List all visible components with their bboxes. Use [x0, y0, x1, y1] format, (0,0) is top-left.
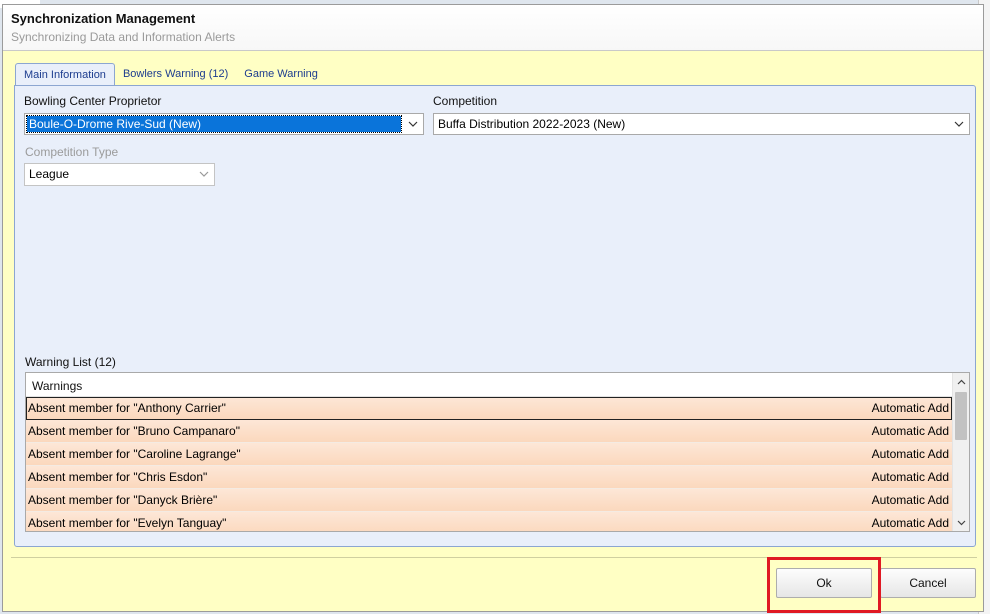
warning-action: Automatic Add — [871, 401, 949, 415]
warning-message: Absent member for "Bruno Campanaro" — [28, 424, 240, 438]
competition-type-label: Competition Type — [25, 145, 119, 159]
warning-action: Automatic Add — [871, 493, 949, 507]
dialog-header: Synchronization Management Synchronizing… — [3, 5, 983, 51]
competition-type-value: League — [29, 167, 70, 181]
warning-row[interactable]: Absent member for "Chris Esdon" Automatic… — [26, 466, 952, 489]
dialog-title: Synchronization Management — [11, 11, 196, 26]
warning-row[interactable]: Absent member for "Bruno Campanaro" Autom… — [26, 420, 952, 443]
dialog-subtitle: Synchronizing Data and Information Alert… — [11, 30, 236, 44]
warning-message: Absent member for "Anthony Carrier" — [28, 401, 226, 415]
chevron-down-icon — [196, 164, 212, 184]
warning-action: Automatic Add — [871, 447, 949, 461]
warning-message: Absent member for "Chris Esdon" — [28, 470, 208, 484]
scroll-down-icon[interactable] — [953, 514, 969, 531]
sync-management-dialog: Synchronization Management Synchronizing… — [2, 4, 984, 613]
warning-message: Absent member for "Evelyn Tanguay" — [28, 516, 227, 530]
chevron-down-icon[interactable] — [951, 114, 967, 134]
warning-message: Absent member for "Caroline Lagrange" — [28, 447, 241, 461]
scrollbar-thumb[interactable] — [955, 392, 967, 440]
competition-select[interactable]: Buffa Distribution 2022-2023 (New) — [433, 113, 970, 135]
warning-list-grid[interactable]: Warnings Absent member for "Anthony Carr… — [25, 372, 970, 532]
competition-label: Competition — [433, 94, 498, 108]
tab-strip: Main Information Bowlers Warning (12) Ga… — [15, 63, 326, 86]
vertical-scrollbar[interactable] — [952, 373, 969, 531]
warning-message: Absent member for "Danyck Brière" — [28, 493, 218, 507]
warning-row[interactable]: Absent member for "Evelyn Tanguay" Automa… — [26, 512, 952, 531]
cancel-button[interactable]: Cancel — [880, 568, 976, 598]
tab-bowlers-warning[interactable]: Bowlers Warning (12) — [115, 63, 236, 85]
competition-value: Buffa Distribution 2022-2023 (New) — [438, 117, 626, 131]
warning-action: Automatic Add — [871, 424, 949, 438]
tab-main-information[interactable]: Main Information — [15, 63, 115, 86]
warning-list-label: Warning List (12) — [25, 355, 116, 369]
warning-row[interactable]: Absent member for "Caroline Lagrange" Aut… — [26, 443, 952, 466]
tab-game-warning[interactable]: Game Warning — [236, 63, 326, 85]
scroll-up-icon[interactable] — [953, 373, 969, 390]
competition-type-select: League — [24, 163, 215, 186]
warning-rows: Absent member for "Anthony Carrier" Autom… — [26, 397, 969, 531]
proprietor-value: Boule-O-Drome Rive-Sud (New) — [26, 115, 402, 133]
proprietor-label: Bowling Center Proprietor — [24, 94, 162, 108]
main-information-panel: Bowling Center Proprietor Boule-O-Drome … — [14, 85, 976, 547]
chevron-down-icon[interactable] — [405, 114, 421, 134]
warning-action: Automatic Add — [871, 516, 949, 530]
warning-row[interactable]: Absent member for "Danyck Brière" Automat… — [26, 489, 952, 512]
warnings-column-header[interactable]: Warnings — [26, 373, 969, 397]
warning-action: Automatic Add — [871, 470, 949, 484]
ok-button-highlight-box — [767, 557, 881, 613]
proprietor-select[interactable]: Boule-O-Drome Rive-Sud (New) — [24, 113, 424, 135]
warning-row[interactable]: Absent member for "Anthony Carrier" Autom… — [26, 397, 952, 420]
